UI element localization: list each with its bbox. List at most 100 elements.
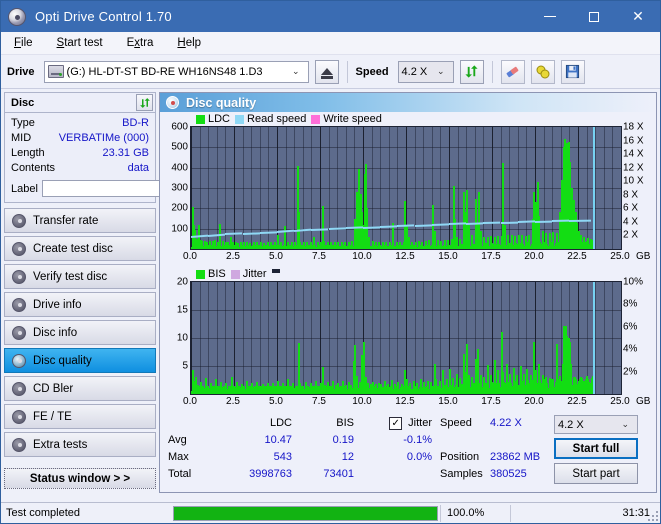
sidebar-item-fe-te[interactable]: FE / TE xyxy=(4,404,156,429)
x-axis-tick: 15.0 xyxy=(438,251,458,262)
x-axis-tick: 0.0 xyxy=(183,396,197,407)
ldc-chart: LDC Read speed Write speed 100 200 300 400 5… xyxy=(160,112,656,264)
bulb-icon xyxy=(536,65,550,78)
stats-label-total: Total xyxy=(168,468,192,480)
menu-file[interactable]: File xyxy=(11,35,36,51)
legend-marker-dark xyxy=(271,268,280,273)
chevron-down-icon: ⌄ xyxy=(291,66,300,76)
stats-bis-avg: 0.19 xyxy=(332,434,354,446)
sidebar-item-label: FE / TE xyxy=(33,410,72,423)
sidebar-item-label: Drive info xyxy=(33,298,82,311)
sidebar-item-drive-info[interactable]: Drive info xyxy=(4,292,156,317)
stats-value-speed: 4.22 X xyxy=(490,417,522,429)
y-axis-tick: 600 xyxy=(171,121,188,133)
stats-meta-value-spacer xyxy=(490,432,554,449)
stats-ldc-avg: 10.47 xyxy=(264,434,292,446)
stats-jitter-avg: -0.1% xyxy=(403,434,432,446)
legend-item-bis: BIS xyxy=(196,268,226,280)
bis-y-axis: 5 10 15 20 xyxy=(160,277,190,395)
stats-jitter-total-empty xyxy=(354,466,432,483)
app-disc-icon xyxy=(8,7,26,26)
toolbar-divider-2 xyxy=(491,60,493,83)
status-window-button[interactable]: Status window > > xyxy=(4,468,156,489)
refresh-button[interactable] xyxy=(459,59,484,84)
read-speed-line xyxy=(569,219,592,222)
stats-row-labels: Avg Max Total xyxy=(168,415,220,484)
bis-x-axis-unit-wrap: GB xyxy=(622,395,656,409)
speed-select-value: 4.2 X xyxy=(401,65,428,78)
gridline-horizontal xyxy=(191,147,621,149)
bis-plot-row: 5 10 15 20 2% 4% 6% 8% 10% xyxy=(160,277,656,395)
menu-start-test[interactable]: Start test xyxy=(54,35,106,51)
read-speed-line xyxy=(311,227,329,231)
erase-button[interactable] xyxy=(500,59,525,84)
sidebar-item-transfer-rate[interactable]: Transfer rate xyxy=(4,208,156,233)
x-axis-tick: 22.5 xyxy=(567,396,587,407)
ldc-plot-row: 100 200 300 400 500 600 2 X4 X 6 X8 X 10 X 12 X 1… xyxy=(160,122,656,250)
gridline-horizontal xyxy=(191,338,621,339)
menu-help[interactable]: Help xyxy=(174,35,204,51)
sidebar-item-verify-test-disc[interactable]: Verify test disc xyxy=(4,264,156,289)
y2-axis-tick: 10% xyxy=(623,276,644,288)
stats-ldc-max: 543 xyxy=(273,451,292,463)
disc-row-type-key: Type xyxy=(11,117,35,129)
drive-icon xyxy=(47,65,64,78)
progress-percent: 100.0% xyxy=(440,504,510,522)
close-button[interactable]: ✕ xyxy=(616,1,660,32)
menu-extra[interactable]: Extra xyxy=(124,35,157,51)
stats-col-jitter: ✓ Jitter -0.1% 0.0% xyxy=(354,415,432,484)
stats-jitter-max: 0.0% xyxy=(406,451,432,463)
sidebar-item-extra-tests[interactable]: Extra tests xyxy=(4,432,156,457)
sidebar-item-disc-quality[interactable]: Disc quality xyxy=(4,348,156,373)
drive-label: Drive xyxy=(7,65,35,78)
jitter-checkbox[interactable]: ✓ xyxy=(389,417,403,430)
start-full-button[interactable]: Start full xyxy=(554,438,638,459)
chevron-down-icon: ⌄ xyxy=(621,419,629,429)
test-speed-select[interactable]: 4.2 X ⌄ xyxy=(554,415,638,434)
minimize-button[interactable] xyxy=(528,1,572,32)
sidebar-item-create-test-disc[interactable]: Create test disc xyxy=(4,236,156,261)
disc-icon xyxy=(12,213,26,228)
sidebar-item-disc-info[interactable]: Disc info xyxy=(4,320,156,345)
eraser-icon xyxy=(506,66,518,77)
progress-fill xyxy=(174,506,437,520)
menu-extra-label: tra xyxy=(140,37,154,49)
disc-label-row: Label xyxy=(11,179,243,198)
sidebar-item-cd-bler[interactable]: CD Bler xyxy=(4,376,156,401)
disc-row-contents: Contents data xyxy=(11,161,149,176)
legend-swatch-jitter xyxy=(230,269,240,279)
refresh-icon xyxy=(139,97,150,108)
disc-row-mid-key: MID xyxy=(11,132,32,144)
x-axis-tick: 7.5 xyxy=(312,251,326,262)
disc-icon xyxy=(12,409,26,424)
drive-toolbar: Drive (G:) HL-DT-ST BD-RE WH16NS48 1.D3 … xyxy=(1,55,660,89)
stats-value-samples: 380525 xyxy=(490,468,527,480)
legend-item-jitter: Jitter xyxy=(230,268,267,280)
test-speed-value: 4.2 X xyxy=(558,418,584,431)
ldc-x-axis: 0.0 2.5 5.0 7.5 10.0 12.5 15.0 17.5 20.0 22.5 25.0 xyxy=(183,250,630,264)
y2-axis-tick: 12 X xyxy=(623,162,644,174)
maximize-button[interactable] xyxy=(572,1,616,32)
stats-actions: 4.2 X ⌄ Start full Start part xyxy=(554,415,638,484)
disc-panel-title: Disc xyxy=(11,96,35,109)
legend-swatch-bis xyxy=(196,269,205,279)
drive-select[interactable]: (G:) HL-DT-ST BD-RE WH16NS48 1.D3 ⌄ xyxy=(43,60,309,83)
disc-refresh-button[interactable] xyxy=(136,94,153,111)
ldc-y2-axis: 2 X4 X 6 X8 X 10 X 12 X 14 X 16 X 18 X xyxy=(622,122,656,250)
x-axis-tick: 22.5 xyxy=(567,251,587,262)
toolbar-divider xyxy=(346,60,348,83)
x-axis-tick: 20.0 xyxy=(524,396,544,407)
speed-select[interactable]: 4.2 X ⌄ xyxy=(397,60,454,83)
legend-label-jitter: Jitter xyxy=(242,268,267,280)
gridline-horizontal xyxy=(191,310,621,311)
stats-col-ldc: LDC 10.47 543 3998763 xyxy=(220,415,292,484)
read-speed-line xyxy=(380,225,398,228)
gridline-horizontal xyxy=(191,188,621,189)
eject-button[interactable] xyxy=(314,59,339,84)
disc-row-contents-value: data xyxy=(127,162,149,174)
resize-grip[interactable] xyxy=(648,511,658,521)
save-button[interactable] xyxy=(560,59,585,84)
start-part-button[interactable]: Start part xyxy=(554,463,638,484)
properties-button[interactable] xyxy=(530,59,555,84)
